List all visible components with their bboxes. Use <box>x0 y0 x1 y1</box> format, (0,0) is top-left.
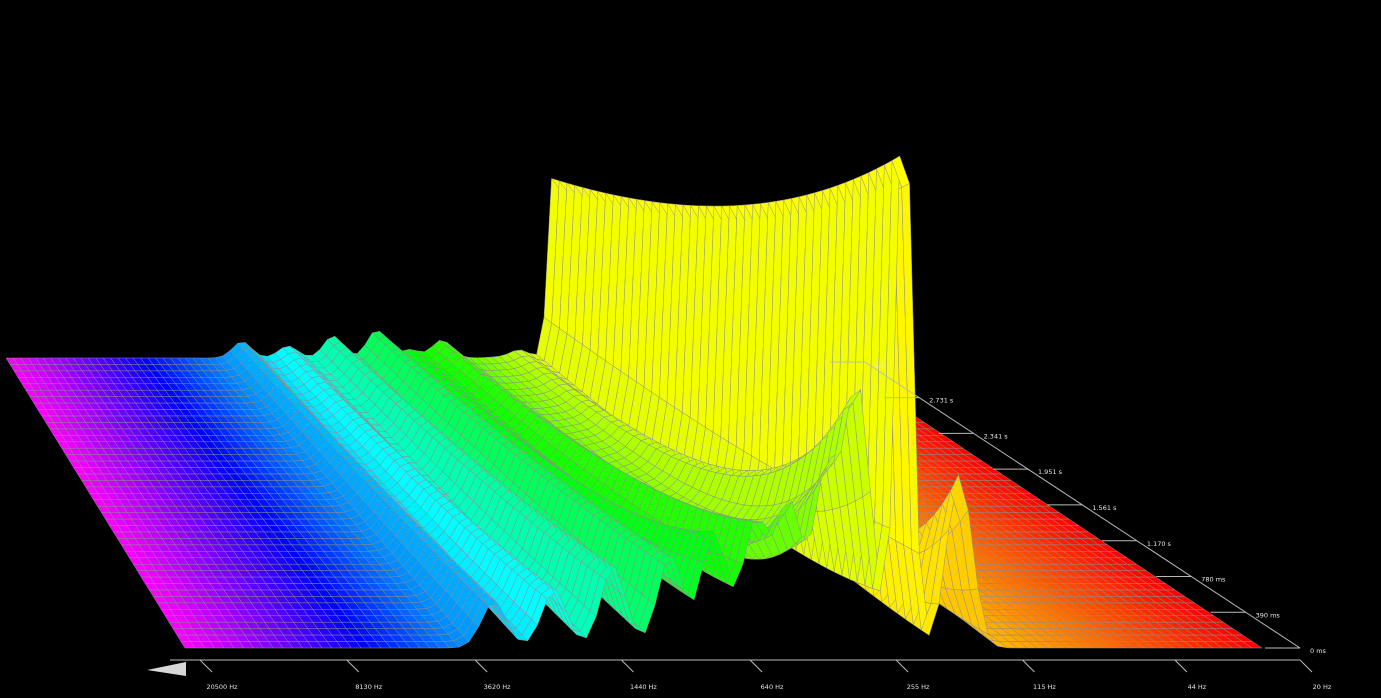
waterfall-plot: 0 ms390 ms780 ms1.170 s1.561 s1.951 s2.3… <box>5 155 1332 691</box>
waterfall-surface <box>5 155 1263 649</box>
